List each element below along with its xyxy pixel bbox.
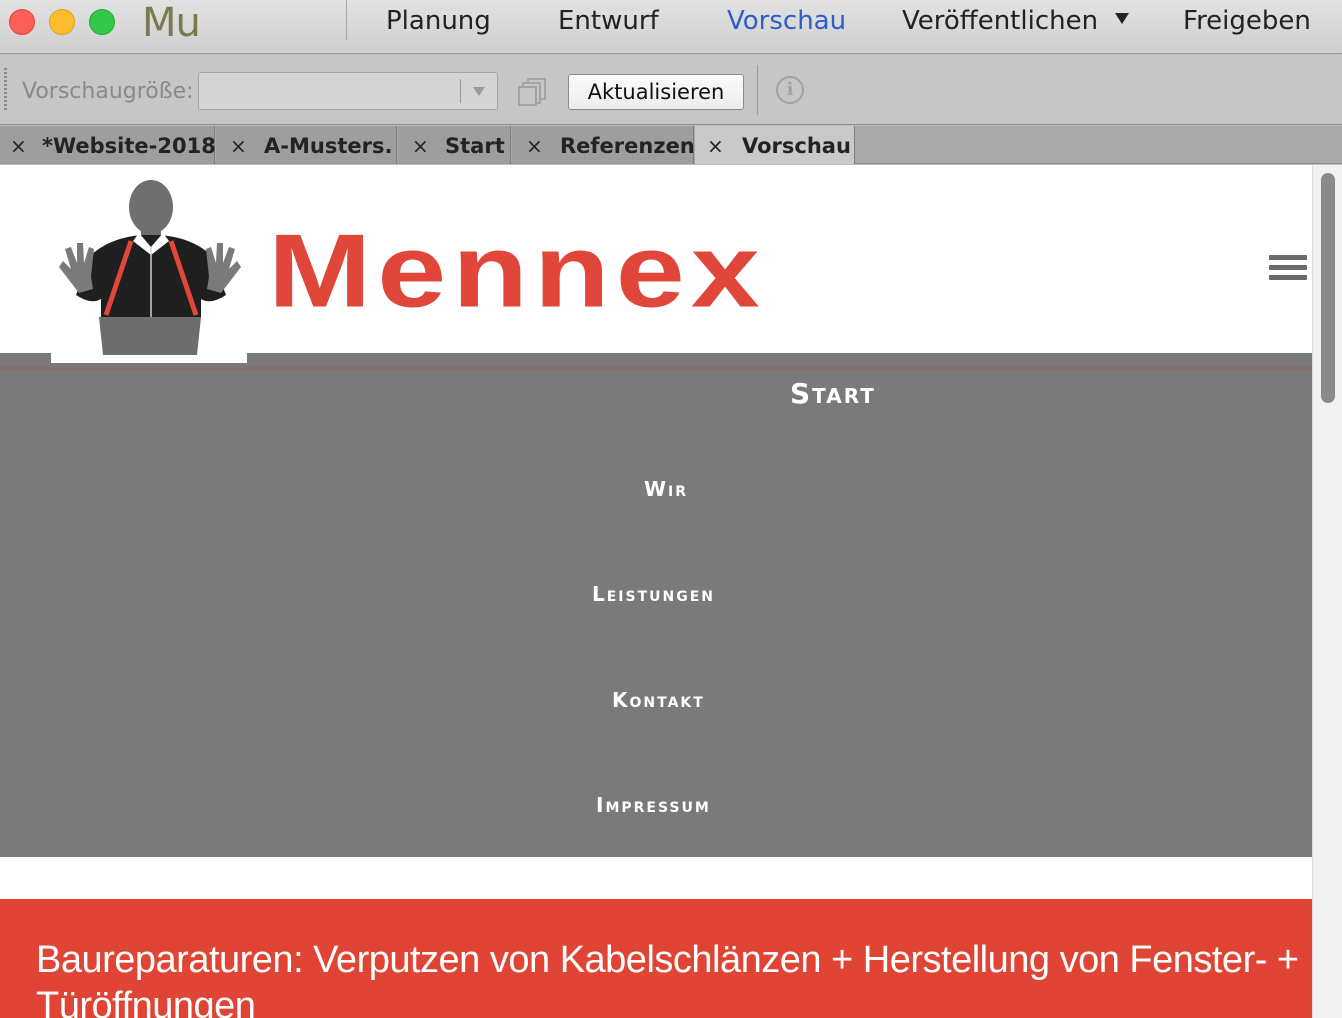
tab-vorschau[interactable]: Vorschau [727,6,846,36]
document-tab-bar: × *Website-2018 × A-Musters. × Start × R… [0,126,1342,164]
tab-entwurf[interactable]: Entwurf [558,6,659,36]
close-icon[interactable]: × [230,126,247,166]
refresh-button[interactable]: Aktualisieren [568,74,744,110]
site-brand-title: Mennex [268,213,766,330]
tab-planung[interactable]: Planung [386,6,491,36]
close-window-button[interactable] [9,9,35,35]
tab-freigeben[interactable]: Freigeben [1183,6,1311,36]
doc-tab-start[interactable]: × Start [398,126,511,164]
banner-headline: Baureparaturen: Verputzen von Kabelschlä… [36,939,1299,1018]
toolbar-grip[interactable] [4,68,7,112]
nav-item-start[interactable]: Start [790,377,876,410]
hamburger-menu-icon[interactable] [1269,255,1307,283]
nav-item-wir[interactable]: Wir [644,477,688,501]
minimize-window-button[interactable] [49,9,75,35]
doc-tab-vorschau[interactable]: × Vorschau [695,126,855,164]
doc-tab-a-musters[interactable]: × A-Musters. [216,126,397,164]
close-icon[interactable]: × [412,126,429,166]
nav-item-leistungen[interactable]: Leistungen [592,582,715,606]
doc-tab-label: A-Musters. [264,134,393,158]
chevron-down-icon [473,87,485,96]
title-bar: Mu Planung Entwurf Vorschau Veröffentlic… [0,0,1342,54]
site-header: Mennex [0,165,1312,363]
doc-tab-label: Referenzen [560,134,695,158]
preview-control-bar: Vorschaugröße: Aktualisieren i [0,55,1342,125]
divider [346,0,347,40]
preview-size-select[interactable] [198,72,498,110]
zoom-window-button[interactable] [89,9,115,35]
divider [757,65,758,115]
nav-item-kontakt[interactable]: Kontakt [612,688,705,712]
doc-tab-label: Start [445,134,505,158]
headline-banner: Baureparaturen: Verputzen von Kabelschlä… [0,899,1312,1018]
close-icon[interactable]: × [526,126,543,166]
scrollbar-thumb[interactable] [1321,173,1335,403]
doc-tab-label: *Website-2018 [42,134,216,158]
website-preview: Mennex Start Wir Leistungen Kontakt Impr… [0,165,1312,1018]
tab-veroeffentlichen[interactable]: Veröffentlichen [902,6,1098,36]
spacer [0,857,1312,899]
doc-tab-referenzen[interactable]: × Referenzen [512,126,695,166]
multiple-pages-icon[interactable] [517,77,549,107]
mascot-logo [51,177,247,363]
close-icon[interactable]: × [707,126,724,166]
doc-tab-website-2018[interactable]: × *Website-2018 [0,126,216,166]
app-logo: Mu [142,0,201,46]
info-icon[interactable]: i [776,76,804,104]
preview-size-label: Vorschaugröße: [22,79,194,104]
divider [0,367,1312,370]
nav-item-impressum[interactable]: Impressum [596,793,711,817]
site-navigation-menu: Start Wir Leistungen Kontakt Impressum [0,353,1312,857]
vertical-scrollbar[interactable] [1312,165,1342,1018]
close-icon[interactable]: × [10,126,27,166]
doc-tab-label: Vorschau [742,134,851,158]
publish-dropdown-icon[interactable] [1115,13,1129,24]
